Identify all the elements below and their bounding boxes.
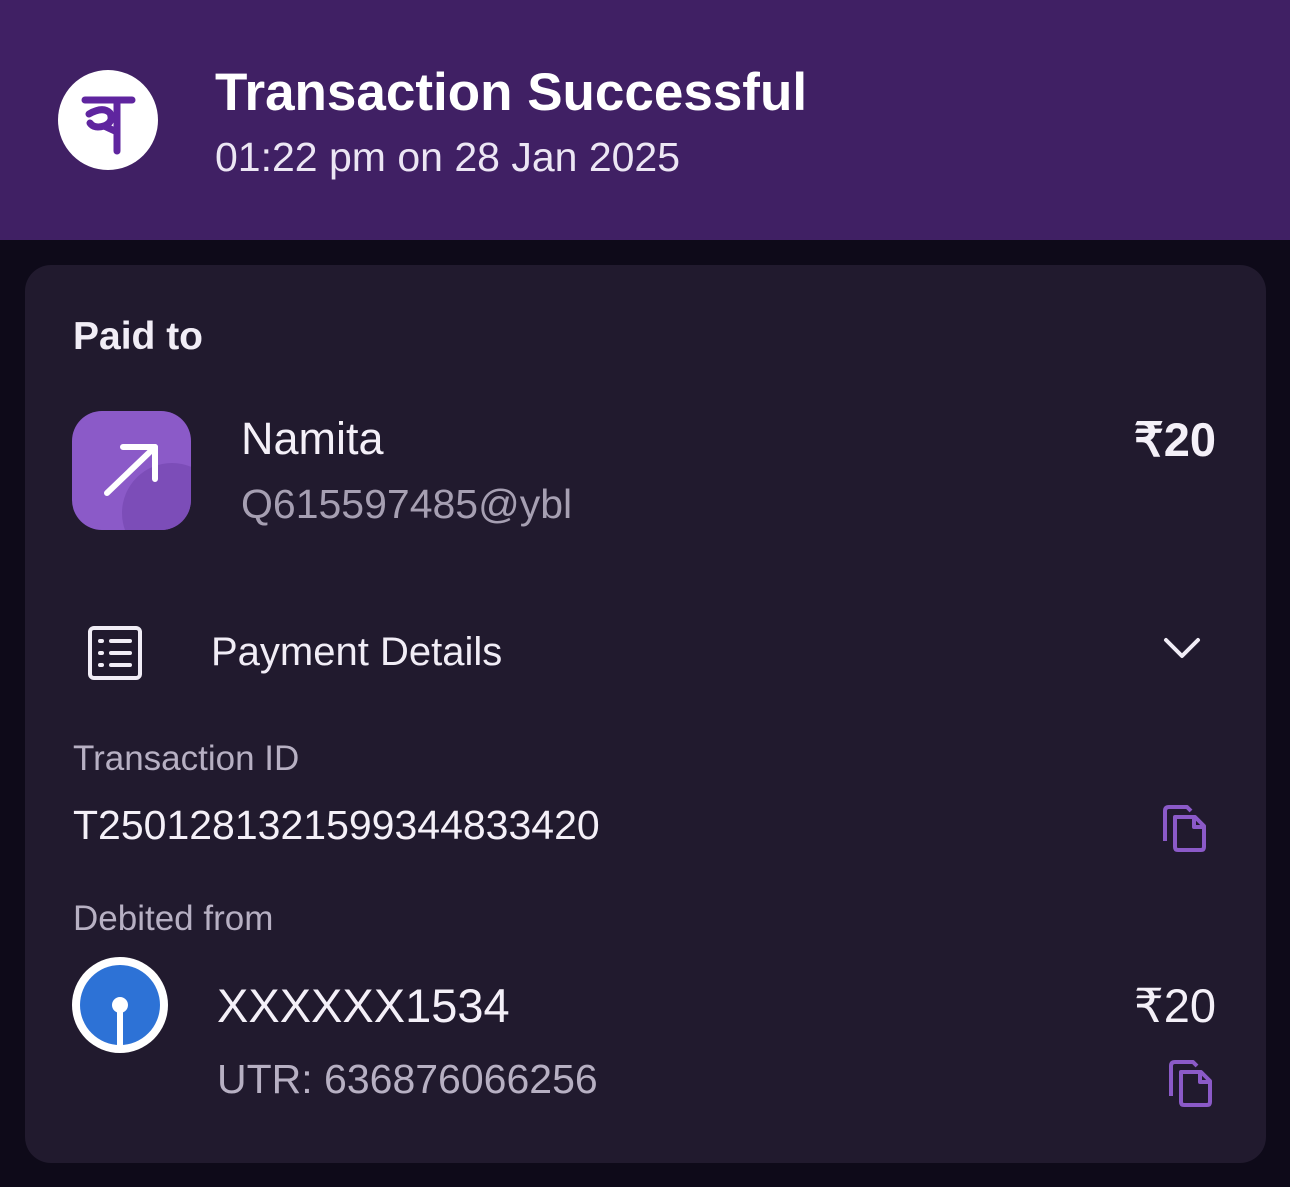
receipt-list-icon bbox=[87, 625, 143, 686]
copy-utr-icon[interactable] bbox=[1167, 1058, 1215, 1113]
paid-to-label: Paid to bbox=[73, 315, 204, 358]
utr-number: UTR: 636876066256 bbox=[217, 1056, 598, 1102]
arrow-up-right-icon bbox=[72, 411, 191, 530]
chevron-down-icon bbox=[1162, 635, 1202, 666]
debited-from-label: Debited from bbox=[73, 899, 274, 938]
bank-logo-icon bbox=[72, 957, 168, 1053]
transaction-card: Paid to Namita Q615597485@ybl ₹20 Paymen… bbox=[25, 265, 1266, 1163]
payee-upi-id: Q615597485@ybl bbox=[241, 481, 573, 527]
debited-amount: ₹20 bbox=[1133, 979, 1216, 1032]
transaction-header: Transaction Successful 01:22 pm on 28 Ja… bbox=[0, 0, 1290, 240]
copy-transaction-id-icon[interactable] bbox=[1161, 803, 1209, 858]
payment-details-toggle[interactable]: Payment Details bbox=[25, 605, 1266, 705]
header-title: Transaction Successful bbox=[215, 63, 808, 122]
transaction-id-label: Transaction ID bbox=[73, 739, 300, 778]
debited-account: XXXXXX1534 bbox=[217, 979, 510, 1032]
payee-name: Namita bbox=[241, 413, 384, 464]
paid-amount: ₹20 bbox=[1133, 413, 1216, 466]
transaction-id: T2501281321599344833420 bbox=[73, 802, 600, 848]
payment-details-label: Payment Details bbox=[211, 630, 503, 674]
phonepe-logo-icon bbox=[58, 70, 158, 170]
transaction-timestamp: 01:22 pm on 28 Jan 2025 bbox=[215, 134, 681, 180]
